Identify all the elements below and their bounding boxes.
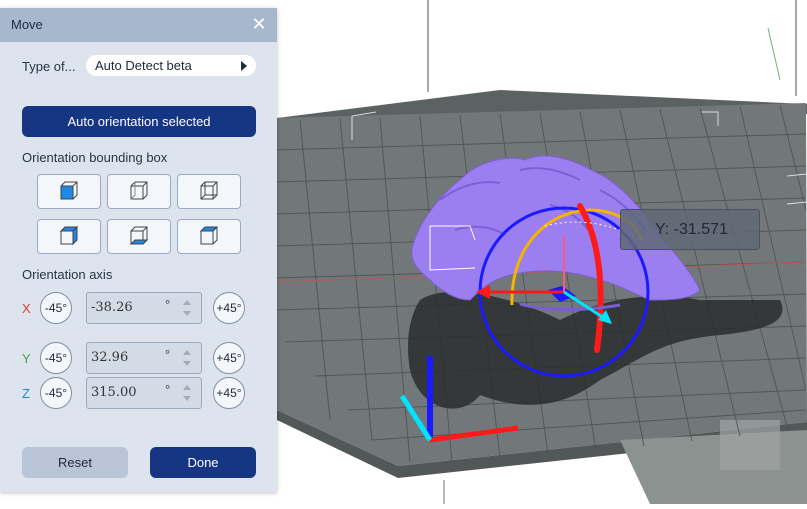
increment-arrow-icon[interactable]	[183, 350, 191, 355]
cube-side-icon	[199, 226, 219, 245]
type-label: Type of...	[22, 59, 76, 74]
y-axis-label: Y	[22, 351, 31, 366]
rotation-readout-tooltip: Y: -31.571	[620, 209, 760, 250]
cube-back-icon	[200, 181, 218, 200]
increment-arrow-icon[interactable]	[183, 385, 191, 390]
cube-wire-icon	[130, 181, 148, 200]
increment-arrow-icon[interactable]	[183, 300, 191, 305]
bbox-button-4[interactable]	[37, 219, 101, 254]
panel-title: Move	[11, 17, 43, 32]
decrement-arrow-icon[interactable]	[183, 311, 191, 316]
x-plus-45-button[interactable]: +45°	[213, 292, 245, 324]
y-rotation-field[interactable]: 32.96 °	[86, 342, 202, 374]
bbox-button-5[interactable]	[107, 219, 171, 254]
x-rotation-value: -38.26	[91, 300, 133, 315]
bbox-button-2[interactable]	[107, 174, 171, 209]
done-button[interactable]: Done	[150, 447, 256, 478]
z-minus-45-button[interactable]: -45°	[40, 377, 72, 409]
decrement-arrow-icon[interactable]	[183, 396, 191, 401]
x-axis-label: X	[22, 301, 31, 316]
cube-top-icon	[59, 225, 79, 246]
panel-titlebar: Move ✕	[0, 8, 277, 42]
z-rotation-value: 315.00	[91, 385, 137, 400]
reset-button[interactable]: Reset	[22, 447, 128, 478]
bbox-button-1[interactable]	[37, 174, 101, 209]
degree-symbol: °	[165, 297, 171, 312]
y-rotation-value: 32.96	[91, 350, 129, 365]
bbox-button-3[interactable]	[177, 174, 241, 209]
close-icon[interactable]: ✕	[251, 14, 267, 34]
move-panel: Move ✕ Type of... Auto Detect beta Auto …	[0, 8, 277, 492]
degree-symbol: °	[165, 347, 171, 362]
auto-orientation-button[interactable]: Auto orientation selected	[22, 106, 256, 137]
x-rotation-field[interactable]: -38.26 °	[86, 292, 202, 324]
z-plus-45-button[interactable]: +45°	[213, 377, 245, 409]
cube-bottom-icon	[129, 226, 149, 245]
y-minus-45-button[interactable]: -45°	[40, 342, 72, 374]
z-axis-label: Z	[22, 386, 30, 401]
degree-symbol: °	[165, 382, 171, 397]
cube-front-icon	[60, 181, 78, 200]
bbox-button-6[interactable]	[177, 219, 241, 254]
y-plus-45-button[interactable]: +45°	[213, 342, 245, 374]
type-select-value: Auto Detect beta	[95, 58, 192, 73]
chevron-right-icon	[241, 61, 247, 71]
bounding-box-label: Orientation bounding box	[22, 150, 168, 165]
z-rotation-field[interactable]: 315.00 °	[86, 377, 202, 409]
decrement-arrow-icon[interactable]	[183, 361, 191, 366]
x-minus-45-button[interactable]: -45°	[40, 292, 72, 324]
type-select[interactable]: Auto Detect beta	[86, 55, 256, 76]
orientation-axis-label: Orientation axis	[22, 267, 113, 282]
